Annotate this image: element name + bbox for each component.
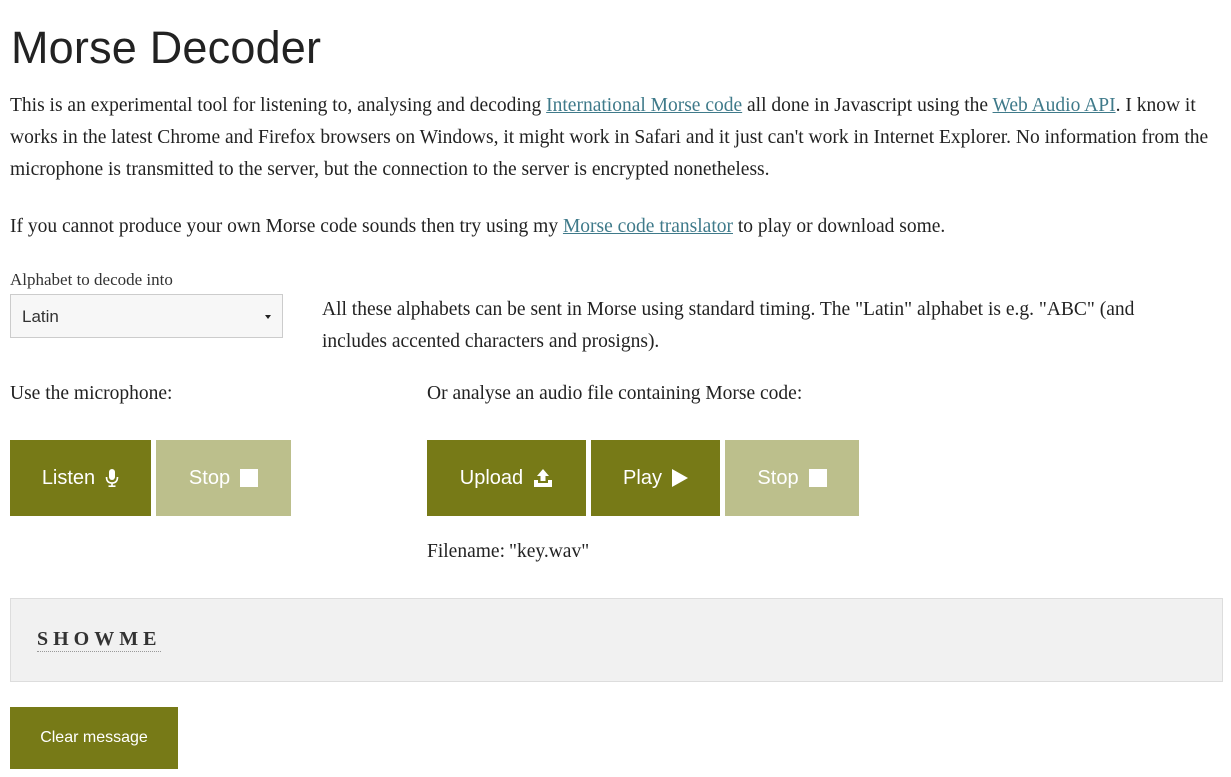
listen-button[interactable]: Listen — [10, 440, 151, 516]
translator-paragraph: If you cannot produce your own Morse cod… — [10, 211, 1223, 243]
alphabet-select-value: Latin — [22, 307, 59, 326]
audio-file-label: Or analyse an audio file containing Mors… — [427, 383, 803, 404]
mic-stop-button-label: Stop — [188, 466, 231, 489]
page-title: Morse Decoder — [11, 22, 322, 73]
upload-button-label: Upload — [459, 466, 524, 489]
microphone-icon — [105, 469, 119, 487]
upload-button[interactable]: Upload — [427, 440, 586, 516]
stop-square-icon — [240, 469, 259, 487]
intro-text-2: all done in Javascript using the — [742, 95, 993, 116]
translator-text-1: If you cannot produce your own Morse cod… — [10, 216, 563, 237]
decoded-message[interactable]: SHOWME — [37, 627, 162, 652]
alphabet-note: All these alphabets can be sent in Morse… — [322, 299, 1135, 352]
mic-stop-button[interactable]: Stop — [156, 440, 291, 516]
upload-icon — [533, 468, 553, 488]
alphabet-select[interactable]: Latin — [10, 294, 283, 338]
play-triangle-icon — [671, 469, 688, 487]
intro-text-1: This is an experimental tool for listeni… — [10, 95, 547, 116]
play-button[interactable]: Play — [591, 440, 720, 516]
microphone-label: Use the microphone: — [10, 383, 173, 404]
stop-square-icon — [808, 469, 827, 487]
filename-display: Filename: "key.wav" — [427, 541, 589, 563]
chevron-down-icon — [265, 315, 271, 319]
alphabet-label: Alphabet to decode into — [10, 270, 173, 289]
translator-text-2: to play or download some. — [732, 216, 946, 237]
international-morse-code-link[interactable]: International Morse code — [546, 95, 742, 116]
clear-message-button[interactable]: Clear message — [10, 707, 178, 769]
filename-value: "key.wav" — [508, 541, 590, 562]
file-stop-button[interactable]: Stop — [725, 440, 859, 516]
filename-label: Filename: — [427, 541, 505, 562]
play-button-label: Play — [623, 466, 662, 489]
file-stop-button-label: Stop — [757, 466, 799, 489]
intro-paragraph: This is an experimental tool for listeni… — [10, 90, 1223, 186]
listen-button-label: Listen — [41, 466, 96, 489]
decoded-message-panel: SHOWME — [10, 598, 1223, 682]
web-audio-api-link[interactable]: Web Audio API — [993, 95, 1116, 116]
morse-code-translator-link[interactable]: Morse code translator — [563, 216, 733, 237]
